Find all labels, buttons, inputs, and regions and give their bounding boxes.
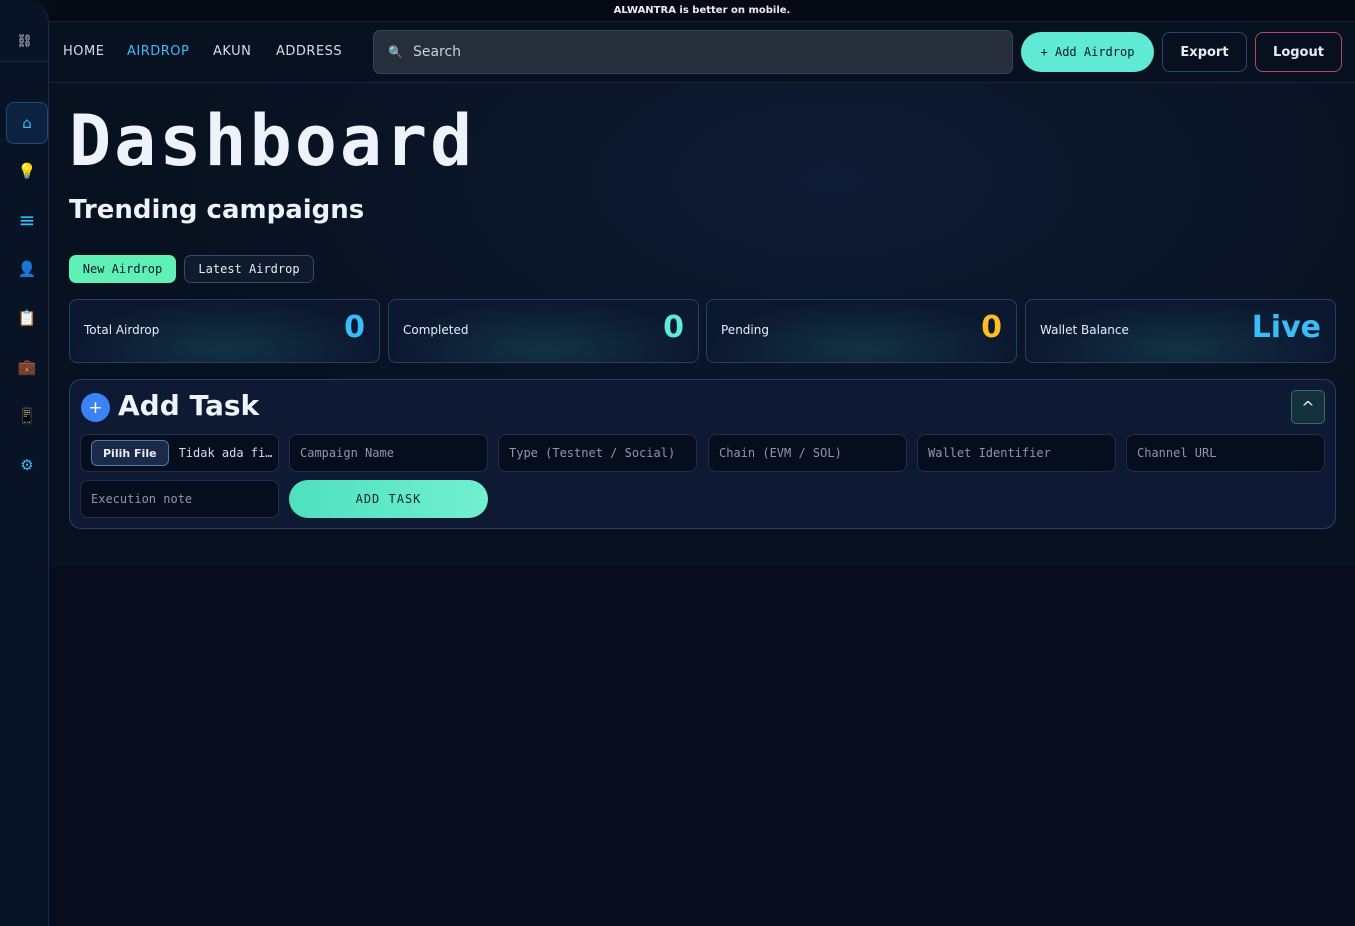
stat-value: Live [1251,310,1321,345]
tab-latest-airdrop[interactable]: Latest Airdrop [184,255,314,283]
stat-label: Total Airdrop [84,323,160,337]
section-title: Trending campaigns [69,195,365,225]
list-icon[interactable]: ≡ [6,199,48,241]
logo-icon[interactable]: ⛓ [0,22,49,62]
wallet-identifier-field[interactable] [917,434,1116,472]
execution-note-field[interactable] [80,480,279,518]
search-icon: 🔍 [388,45,403,59]
chain-input[interactable] [719,446,906,460]
nav-airdrop[interactable]: AIRDROP [127,44,189,59]
gear-icon[interactable]: ⚙ [6,444,48,486]
type-input[interactable] [509,446,696,460]
execution-note-input[interactable] [91,492,278,506]
nav-home[interactable]: HOME [63,44,104,59]
stat-value: 0 [981,310,1002,345]
channel-url-input[interactable] [1137,446,1324,460]
choose-file-button[interactable]: Pilih File [91,440,169,466]
wallet-identifier-input[interactable] [928,446,1115,460]
main-content: Dashboard Trending campaigns New Airdrop… [49,83,1355,566]
logout-button[interactable]: Logout [1255,32,1342,72]
search-box[interactable]: 🔍 [373,30,1013,74]
search-input[interactable] [412,44,973,60]
briefcase-icon[interactable]: 💼 [6,346,48,388]
file-status: Tidak ada fi… [178,446,273,460]
stat-card-wallet: Wallet Balance Live [1025,299,1336,363]
tab-new-airdrop[interactable]: New Airdrop [69,255,176,283]
lightbulb-icon[interactable]: 💡 [6,150,48,192]
add-task-card: + Add Task ^ Pilih File Tidak ada fi… AD… [69,379,1336,529]
channel-url-field[interactable] [1126,434,1325,472]
campaign-name-field[interactable] [289,434,488,472]
plus-icon: + [81,393,110,422]
add-task-button[interactable]: ADD TASK [289,480,488,518]
add-task-title: Add Task [118,389,260,422]
stat-label: Completed [403,323,469,337]
stat-card-total: Total Airdrop 0 [69,299,380,363]
stat-card-pending: Pending 0 [706,299,1017,363]
collapse-button[interactable]: ^ [1291,390,1325,424]
stat-value: 0 [344,310,365,345]
campaign-name-input[interactable] [300,446,487,460]
stat-value: 0 [663,310,684,345]
add-airdrop-button[interactable]: + Add Airdrop [1021,32,1154,72]
export-button[interactable]: Export [1162,32,1247,72]
sidebar: ⛓ ⌂ 💡 ≡ 👤 📋 💼 📱 ⚙ [0,0,49,926]
topbar: HOME AIRDROP AKUN ADDRESS 🔍 + Add Airdro… [49,22,1355,83]
page-title: Dashboard [69,100,476,182]
user-icon[interactable]: 👤 [6,248,48,290]
stat-label: Wallet Balance [1040,323,1129,337]
file-picker[interactable]: Pilih File Tidak ada fi… [80,434,279,472]
stat-label: Pending [721,323,769,337]
chain-field[interactable] [708,434,907,472]
home-icon[interactable]: ⌂ [6,102,48,144]
mobile-banner: ALWANTRA is better on mobile. [49,0,1355,22]
phone-icon[interactable]: 📱 [6,395,48,437]
nav-akun[interactable]: AKUN [213,44,251,59]
nav-address[interactable]: ADDRESS [276,44,342,59]
stat-card-completed: Completed 0 [388,299,699,363]
clipboard-icon[interactable]: 📋 [6,297,48,339]
type-field[interactable] [498,434,697,472]
